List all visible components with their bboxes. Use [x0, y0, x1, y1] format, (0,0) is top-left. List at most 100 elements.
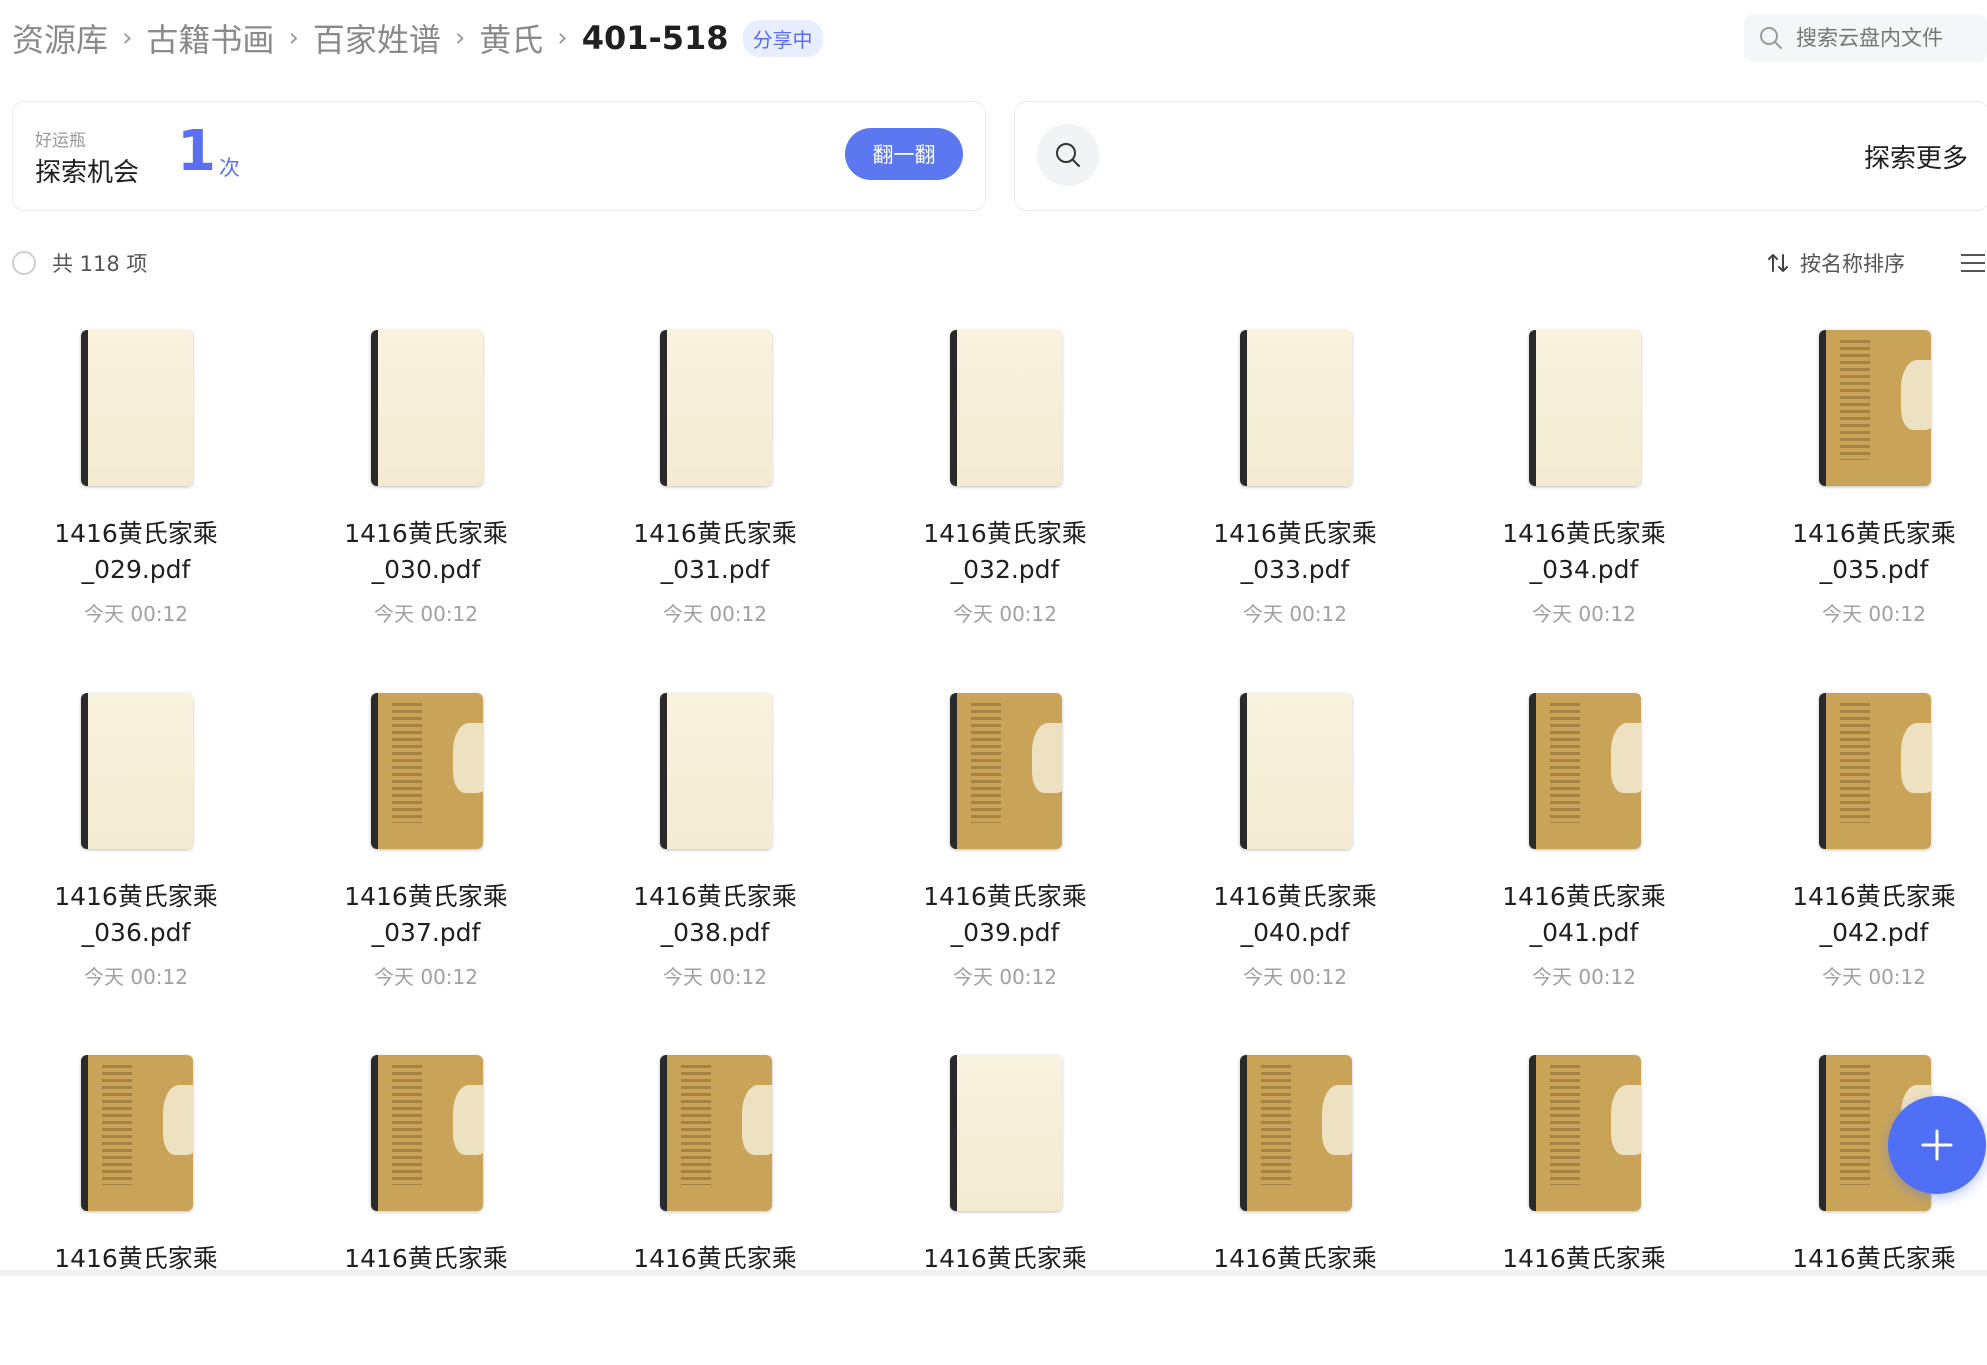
file-name: 1416黄氏家乘 _041.pdf: [1469, 879, 1699, 951]
file-name-line2: _035.pdf: [1819, 555, 1929, 584]
explore-search-button[interactable]: [1037, 124, 1099, 186]
file-tile[interactable]: 1416黄氏家乘 _034.pdf 今天 00:12: [1469, 330, 1699, 640]
file-modified-time: 今天 00:12: [663, 602, 767, 626]
file-tile[interactable]: 1416黄氏家乘: [1180, 1055, 1410, 1365]
pdf-thumbnail: [371, 1055, 483, 1211]
file-name: 1416黄氏家乘 _032.pdf: [890, 516, 1120, 588]
file-name: 1416黄氏家乘 _029.pdf: [21, 516, 251, 588]
breadcrumb-item-huang[interactable]: 黄氏: [479, 15, 543, 61]
pdf-thumbnail: [1819, 693, 1931, 849]
sort-label: 按名称排序: [1800, 252, 1905, 276]
pdf-thumbnail: [81, 1055, 193, 1211]
file-tile[interactable]: 1416黄氏家乘 _031.pdf 今天 00:12: [600, 330, 830, 640]
file-tile[interactable]: 1416黄氏家乘: [311, 1055, 541, 1365]
file-modified-time: 今天 00:12: [84, 602, 188, 626]
pdf-thumbnail: [81, 330, 193, 486]
file-name-line2: _040.pdf: [1240, 918, 1350, 947]
file-modified-time: 今天 00:12: [84, 965, 188, 989]
plus-icon: [1921, 1129, 1953, 1161]
cloud-search-box[interactable]: [1744, 14, 1987, 62]
file-name-line2: _029.pdf: [81, 555, 191, 584]
file-tile[interactable]: 1416黄氏家乘 _032.pdf 今天 00:12: [890, 330, 1120, 640]
chance-count: 1: [177, 119, 216, 184]
selection-toolbar: 共 118 项: [12, 248, 147, 278]
sort-by-name-button[interactable]: 按名称排序: [1766, 248, 1905, 278]
file-name-line1: 1416黄氏家乘: [1792, 519, 1956, 548]
file-tile[interactable]: 1416黄氏家乘 _042.pdf 今天 00:12: [1759, 693, 1987, 1003]
file-tile[interactable]: 1416黄氏家乘 _038.pdf 今天 00:12: [600, 693, 830, 1003]
explore-more-card[interactable]: 探索更多: [1014, 101, 1987, 211]
breadcrumb-current-folder: 401-518: [581, 19, 729, 57]
lucky-bottle-subtitle: 好运瓶: [35, 131, 86, 151]
flip-button[interactable]: 翻一翻: [845, 128, 963, 180]
breadcrumb-item-resource-library[interactable]: 资源库: [12, 15, 108, 61]
file-tile[interactable]: 1416黄氏家乘 _037.pdf 今天 00:12: [311, 693, 541, 1003]
pdf-thumbnail: [371, 330, 483, 486]
file-name-line1: 1416黄氏家乘: [1213, 882, 1377, 911]
file-tile[interactable]: 1416黄氏家乘 _036.pdf 今天 00:12: [21, 693, 251, 1003]
file-name-line2: _031.pdf: [660, 555, 770, 584]
pdf-thumbnail: [371, 693, 483, 849]
file-name: 1416黄氏家乘 _034.pdf: [1469, 516, 1699, 588]
file-name-line2: _034.pdf: [1529, 555, 1639, 584]
file-tile[interactable]: 1416黄氏家乘 _040.pdf 今天 00:12: [1180, 693, 1410, 1003]
pdf-thumbnail: [660, 693, 772, 849]
file-modified-time: 今天 00:12: [1532, 602, 1636, 626]
add-button[interactable]: [1888, 1096, 1986, 1194]
select-all-radio[interactable]: [12, 251, 36, 275]
file-modified-time: 今天 00:12: [374, 965, 478, 989]
file-name: 1416黄氏家乘 _039.pdf: [890, 879, 1120, 951]
file-name: 1416黄氏家乘 _031.pdf: [600, 516, 830, 588]
file-tile[interactable]: 1416黄氏家乘 _030.pdf 今天 00:12: [311, 330, 541, 640]
search-input[interactable]: [1796, 26, 1966, 50]
file-name-line2: _041.pdf: [1529, 918, 1639, 947]
pdf-thumbnail: [1240, 1055, 1352, 1211]
file-tile[interactable]: 1416黄氏家乘: [600, 1055, 830, 1365]
bottom-divider: [0, 1270, 1987, 1276]
pdf-thumbnail: [950, 693, 1062, 849]
pdf-thumbnail: [1529, 1055, 1641, 1211]
file-modified-time: 今天 00:12: [953, 965, 1057, 989]
pdf-thumbnail: [950, 1055, 1062, 1211]
file-tile[interactable]: 1416黄氏家乘: [1469, 1055, 1699, 1365]
chevron-right-icon: ›: [557, 23, 568, 53]
total-count-label: 共 118 项: [52, 252, 148, 276]
file-modified-time: 今天 00:12: [663, 965, 767, 989]
pdf-thumbnail: [1240, 330, 1352, 486]
file-modified-time: 今天 00:12: [953, 602, 1057, 626]
file-name-line1: 1416黄氏家乘: [1213, 519, 1377, 548]
file-tile[interactable]: 1416黄氏家乘: [21, 1055, 251, 1365]
pdf-thumbnail: [660, 1055, 772, 1211]
file-tile[interactable]: 1416黄氏家乘 _035.pdf 今天 00:12: [1759, 330, 1987, 640]
file-modified-time: 今天 00:12: [1243, 965, 1347, 989]
explore-more-link[interactable]: 探索更多: [1864, 138, 1968, 175]
file-tile[interactable]: 1416黄氏家乘 _041.pdf 今天 00:12: [1469, 693, 1699, 1003]
file-name-line2: _036.pdf: [81, 918, 191, 947]
pdf-thumbnail: [950, 330, 1062, 486]
file-tile[interactable]: 1416黄氏家乘: [890, 1055, 1120, 1365]
file-name: 1416黄氏家乘 _040.pdf: [1180, 879, 1410, 951]
file-name-line1: 1416黄氏家乘: [633, 519, 797, 548]
breadcrumb-item-surnames[interactable]: 百家姓谱: [313, 15, 441, 61]
file-tile[interactable]: 1416黄氏家乘 _029.pdf 今天 00:12: [21, 330, 251, 640]
file-name-line2: _032.pdf: [950, 555, 1060, 584]
file-modified-time: 今天 00:12: [1822, 602, 1926, 626]
file-name-line2: _042.pdf: [1819, 918, 1929, 947]
file-tile[interactable]: 1416黄氏家乘 _033.pdf 今天 00:12: [1180, 330, 1410, 640]
file-name-line1: 1416黄氏家乘: [1502, 882, 1666, 911]
pdf-thumbnail: [81, 693, 193, 849]
search-icon: [1056, 143, 1080, 167]
file-name-line2: _033.pdf: [1240, 555, 1350, 584]
file-name-line2: _039.pdf: [950, 918, 1060, 947]
list-view-icon[interactable]: [1958, 250, 1987, 276]
file-name: 1416黄氏家乘 _030.pdf: [311, 516, 541, 588]
file-name: 1416黄氏家乘 _042.pdf: [1759, 879, 1987, 951]
file-name-line1: 1416黄氏家乘: [923, 882, 1087, 911]
file-modified-time: 今天 00:12: [1532, 965, 1636, 989]
breadcrumb: 资源库 › 古籍书画 › 百家姓谱 › 黄氏 › 401-518 分享中: [12, 14, 823, 62]
breadcrumb-item-ancient-books[interactable]: 古籍书画: [146, 15, 274, 61]
file-name-line1: 1416黄氏家乘: [54, 882, 218, 911]
file-tile[interactable]: 1416黄氏家乘 _039.pdf 今天 00:12: [890, 693, 1120, 1003]
sort-arrows-icon: [1768, 254, 1788, 272]
file-modified-time: 今天 00:12: [1822, 965, 1926, 989]
